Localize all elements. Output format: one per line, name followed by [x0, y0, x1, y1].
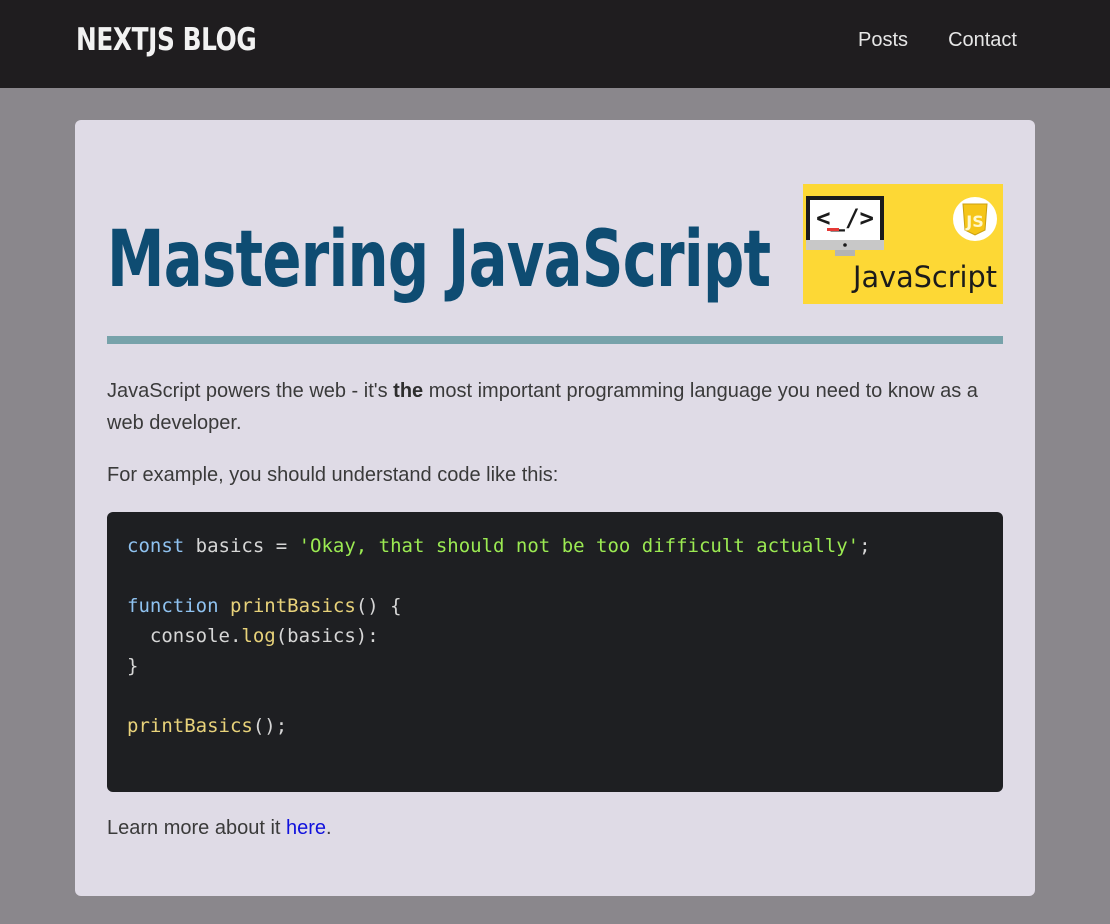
code-line-7: printBasics();	[127, 711, 983, 741]
main-nav: Posts Contact	[858, 0, 1017, 80]
code-plain: () {	[355, 595, 402, 617]
title-divider	[107, 336, 1003, 344]
code-plain: basics =	[184, 535, 299, 557]
code-function: log	[241, 625, 276, 647]
post-card: Mastering JavaScript <_/> JS JavaScript …	[75, 120, 1035, 896]
learn-more-paragraph: Learn more about it here.	[107, 812, 1003, 844]
intro-text-bold: the	[393, 380, 424, 402]
learn-more-period: .	[326, 817, 332, 839]
code-plain	[219, 595, 230, 617]
learn-more-text: Learn more about it	[107, 817, 286, 839]
site-logo[interactable]: NEXTJS BLOG	[76, 22, 257, 58]
js-badge-text: JS	[965, 212, 983, 231]
intro-paragraph: JavaScript powers the web - it's the mos…	[107, 375, 1003, 439]
site-header: NEXTJS BLOG Posts Contact	[0, 0, 1110, 88]
code-line-3: function printBasics() {	[127, 591, 983, 621]
hero-caption: JavaScript	[851, 260, 997, 294]
post-title: Mastering JavaScript	[107, 215, 771, 305]
monitor-stand	[835, 250, 855, 256]
code-string: 'Okay, that should not be too difficult …	[298, 535, 860, 557]
code-function: printBasics	[229, 595, 356, 617]
code-function: printBasics	[127, 715, 253, 737]
monitor-button	[843, 243, 847, 247]
nav-link-contact[interactable]: Contact	[948, 29, 1017, 52]
intro-text-before: JavaScript powers the web - it's	[107, 380, 394, 402]
learn-more-link[interactable]: here	[286, 817, 326, 839]
code-plain: }	[127, 655, 139, 677]
code-plain: (basics):	[275, 625, 379, 647]
code-line-5: }	[127, 651, 983, 681]
code-line-4: console.log(basics):	[127, 621, 983, 651]
code-plain: console.	[127, 625, 242, 647]
nav-link-posts[interactable]: Posts	[858, 29, 908, 52]
monitor-code-text: <_/>	[816, 204, 874, 232]
code-underscore-accent	[827, 228, 839, 231]
javascript-hero-image: <_/> JS JavaScript	[803, 184, 1003, 304]
code-keyword: function	[127, 595, 219, 617]
code-block: const basics = 'Okay, that should not be…	[107, 512, 1003, 792]
code-keyword: const	[127, 535, 185, 557]
example-paragraph: For example, you should understand code …	[107, 464, 559, 486]
code-line-1: const basics = 'Okay, that should not be…	[127, 531, 983, 561]
code-plain: ();	[252, 715, 288, 737]
code-plain: ;	[859, 535, 871, 557]
